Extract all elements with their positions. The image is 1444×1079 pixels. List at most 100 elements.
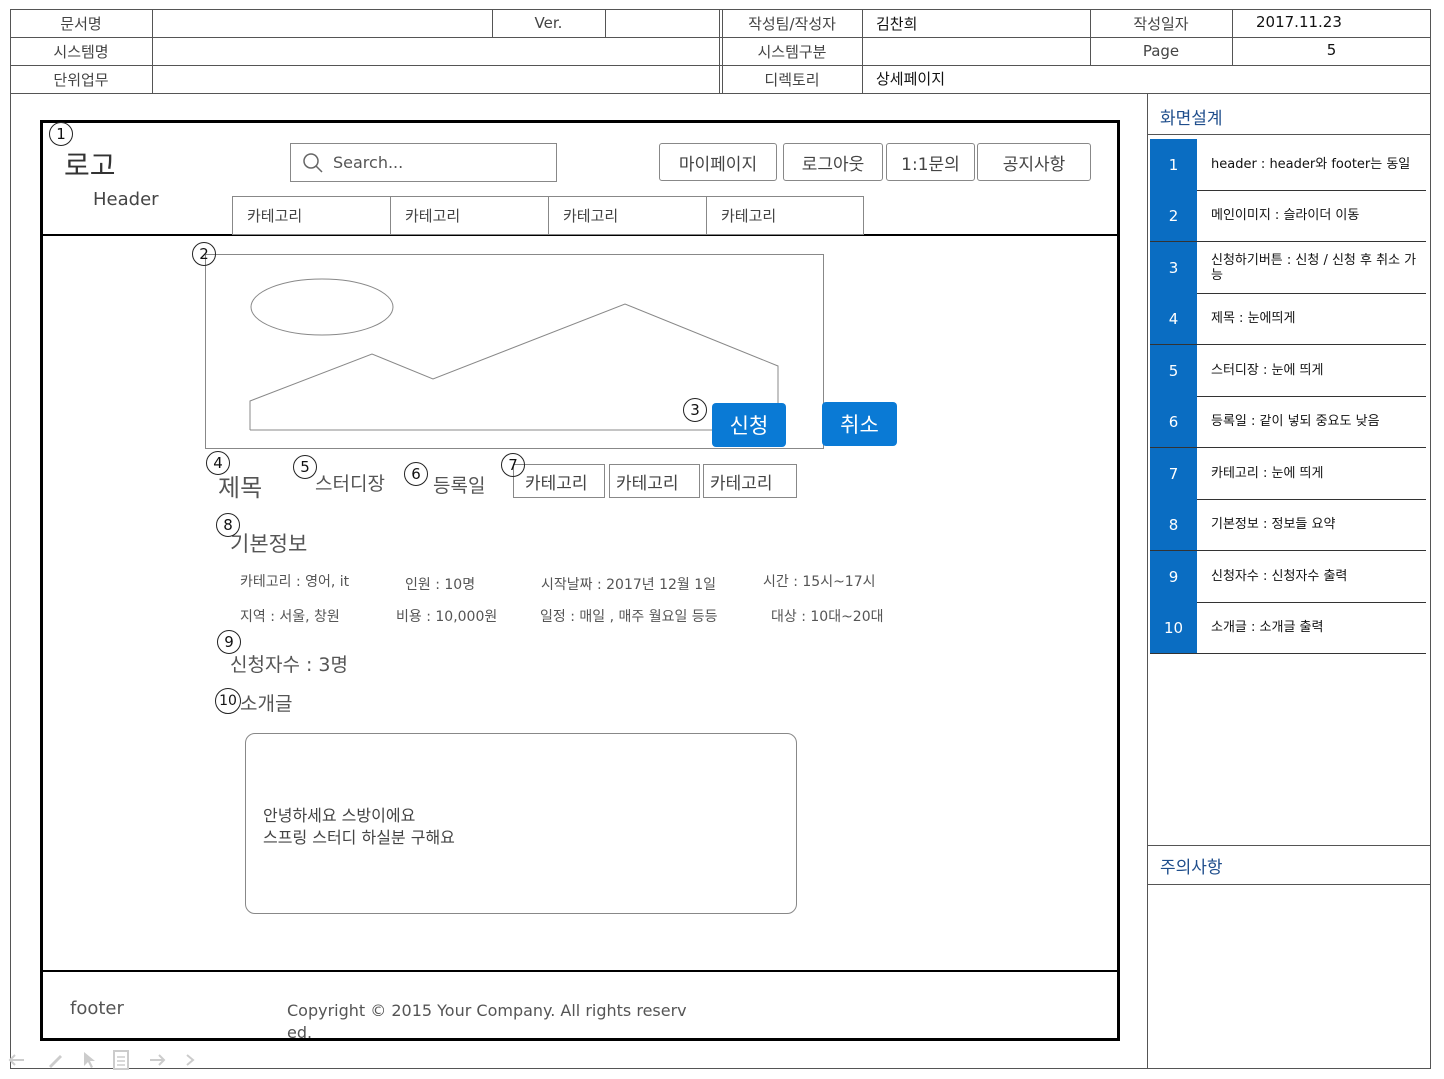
- marker-5: 5: [293, 455, 317, 479]
- apply-button[interactable]: 신청: [712, 403, 786, 447]
- annotation-row: 5 스터디장 : 눈에 띄게: [1150, 345, 1426, 397]
- cancel-button[interactable]: 취소: [822, 402, 897, 446]
- page-icon[interactable]: [112, 1050, 130, 1070]
- notice-button[interactable]: 공지사항: [977, 143, 1091, 181]
- intro-line-1: 안녕하세요 스방이에요: [263, 806, 416, 825]
- system-name-label: 시스템명: [53, 42, 109, 61]
- annotation-number: 8: [1150, 499, 1197, 550]
- annotation-number: 3: [1150, 242, 1197, 293]
- annotation-row: 7 카테고리 : 눈에 띄게: [1150, 448, 1426, 500]
- unit-task-label: 단위업무: [53, 71, 109, 89]
- detail-category-1[interactable]: 카테고리: [513, 464, 605, 498]
- category-tab-1[interactable]: 카테고리: [232, 196, 391, 235]
- annotation-number: 1: [1150, 139, 1197, 190]
- intro-title: 소개글: [240, 693, 293, 715]
- search-placeholder: Search...: [333, 153, 404, 172]
- pencil-icon[interactable]: [46, 1051, 64, 1069]
- intro-line-2: 스프링 스터디 하실분 구해요: [263, 828, 455, 847]
- marker-8: 8: [216, 513, 240, 537]
- logo[interactable]: 로고: [64, 144, 116, 184]
- marker-4: 4: [206, 451, 230, 475]
- info-target: 대상 : 10대~20대: [771, 609, 884, 625]
- annotation-row: 6 등록일 : 같이 넣되 중요도 낮음: [1150, 396, 1426, 448]
- detail-category-2[interactable]: 카테고리: [609, 464, 700, 498]
- info-start-date: 시작날짜 : 2017년 12월 1일: [541, 577, 717, 593]
- arrow-right-icon[interactable]: [148, 1052, 166, 1068]
- annotation-row: 10 소개글 : 소개글 출력: [1150, 602, 1426, 654]
- marker-2: 2: [192, 242, 216, 266]
- inquiry-button[interactable]: 1:1문의: [886, 143, 975, 181]
- info-people: 인원 : 10명: [405, 577, 476, 593]
- page-value: 5: [1326, 41, 1337, 59]
- marker-1: 1: [49, 122, 73, 146]
- study-title: 제목: [218, 474, 263, 502]
- annotation-text: 소개글 : 소개글 출력: [1211, 620, 1324, 635]
- annotation-text: 메인이미지 : 슬라이더 이동: [1211, 208, 1360, 223]
- annotation-number: 9: [1150, 551, 1197, 602]
- annotation-row: 1 header : header와 footer는 동일: [1150, 139, 1426, 191]
- annotation-text: 등록일 : 같이 넣되 중요도 낮음: [1211, 414, 1380, 429]
- date-label: 작성일자: [1133, 14, 1189, 33]
- annotation-row: 4 제목 : 눈에띄게: [1150, 293, 1426, 345]
- annotation-text: header : header와 footer는 동일: [1211, 157, 1411, 172]
- copyright-line-1: Copyright © 2015 Your Company. All right…: [287, 1001, 687, 1020]
- author-label: 작성팀/작성자: [748, 14, 836, 33]
- directory-value: 상세페이지: [876, 70, 946, 88]
- info-time: 시간 : 15시~17시: [763, 574, 876, 590]
- annotation-row: 3 신청하기버튼 : 신청 / 신청 후 취소 가능: [1150, 242, 1426, 294]
- annotation-number: 10: [1150, 602, 1197, 653]
- marker-7: 7: [501, 453, 525, 477]
- pointer-icon[interactable]: [82, 1051, 96, 1069]
- annotation-text: 신청자수 : 신청자수 출력: [1211, 569, 1348, 584]
- annotation-text: 제목 : 눈에띄게: [1211, 311, 1296, 326]
- annotation-text: 스터디장 : 눈에 띄게: [1211, 363, 1324, 378]
- category-tab-4[interactable]: 카테고리: [706, 196, 864, 235]
- marker-9: 9: [217, 630, 241, 654]
- page-label: Page: [1142, 42, 1180, 60]
- author-value: 김찬희: [876, 14, 918, 33]
- category-tab-2[interactable]: 카테고리: [390, 196, 549, 235]
- doc-name-label: 문서명: [60, 14, 102, 33]
- category-tab-3[interactable]: 카테고리: [548, 196, 707, 235]
- info-category: 카테고리 : 영어, it: [240, 574, 350, 590]
- system-type-label: 시스템구분: [757, 42, 827, 61]
- annotation-text: 카테고리 : 눈에 띄게: [1211, 466, 1324, 481]
- info-schedule: 일정 : 매일 , 매주 월요일 등등: [540, 609, 718, 625]
- notes-title: 주의사항: [1160, 858, 1223, 878]
- date-value: 2017.11.23: [1256, 13, 1342, 31]
- footer-divider: [40, 970, 1120, 972]
- registration-date: 등록일: [433, 475, 486, 497]
- marker-6: 6: [404, 462, 428, 486]
- chevron-right-icon[interactable]: [184, 1052, 196, 1068]
- logout-button[interactable]: 로그아웃: [783, 143, 883, 181]
- search-input[interactable]: Search...: [290, 143, 557, 182]
- annotation-number: 4: [1150, 293, 1197, 344]
- mypage-button[interactable]: 마이페이지: [659, 143, 777, 181]
- version-label: Ver.: [534, 14, 563, 32]
- info-region: 지역 : 서울, 창원: [240, 609, 340, 625]
- annotation-row: 9 신청자수 : 신청자수 출력: [1150, 551, 1426, 603]
- arrow-left-icon[interactable]: [8, 1052, 26, 1068]
- detail-category-3[interactable]: 카테고리: [703, 464, 797, 498]
- applicant-count: 신청자수 : 3명: [230, 654, 348, 676]
- footer-label: footer: [70, 998, 124, 1019]
- presentation-toolbar: [8, 1049, 198, 1071]
- marker-10: 10: [215, 688, 241, 714]
- info-cost: 비용 : 10,000원: [396, 609, 498, 625]
- copyright-line-2: ed.: [287, 1023, 313, 1042]
- intro-box: 안녕하세요 스방이에요 스프링 스터디 하실분 구해요: [245, 733, 797, 914]
- directory-label: 디렉토리: [764, 71, 820, 89]
- annotation-number: 7: [1150, 448, 1197, 499]
- header-label: Header: [93, 189, 159, 210]
- search-icon: [303, 153, 323, 173]
- study-leader: 스터디장: [315, 473, 385, 495]
- annotation-text: 신청하기버튼 : 신청 / 신청 후 취소 가능: [1211, 252, 1417, 283]
- marker-3: 3: [683, 398, 707, 422]
- annotation-text: 기본정보 : 정보들 요약: [1211, 517, 1336, 532]
- annotation-number: 6: [1150, 396, 1197, 447]
- annotation-number: 2: [1150, 190, 1197, 241]
- annotation-number: 5: [1150, 345, 1197, 396]
- annotation-row: 8 기본정보 : 정보들 요약: [1150, 499, 1426, 551]
- annotation-row: 2 메인이미지 : 슬라이더 이동: [1150, 190, 1426, 242]
- basic-info-title: 기본정보: [230, 532, 308, 556]
